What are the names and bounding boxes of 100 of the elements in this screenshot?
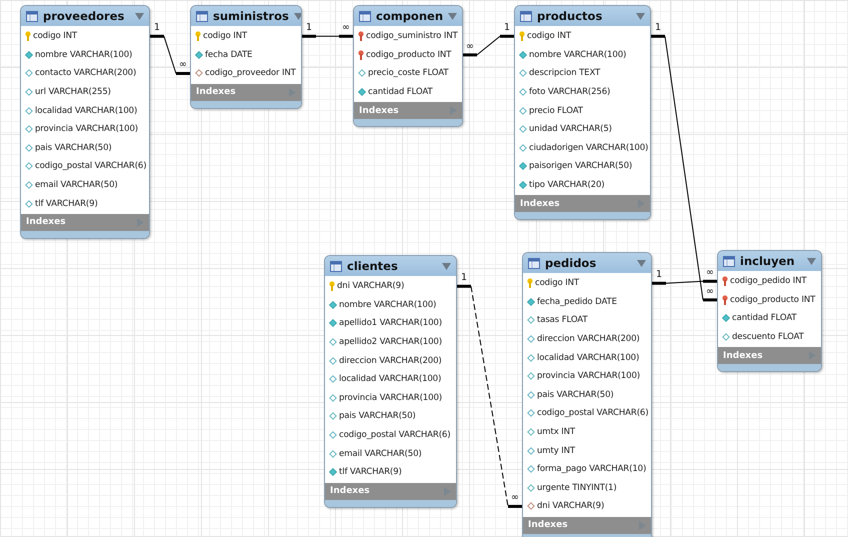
column-name: nombre VARCHAR(100)	[339, 300, 436, 310]
column-name: descuento FLOAT	[732, 332, 804, 342]
indexes-bar[interactable]: Indexes	[515, 195, 650, 212]
column-name: descripcion TEXT	[529, 68, 600, 78]
table-icon	[359, 10, 371, 22]
diamond-outline-icon	[527, 354, 535, 362]
diamond-outline-icon	[527, 390, 535, 399]
column-name: unidad VARCHAR(5)	[529, 124, 612, 134]
key-icon	[358, 31, 364, 42]
indexes-bar[interactable]: Indexes	[523, 516, 651, 534]
column-name: dni VARCHAR(9)	[337, 281, 404, 292]
indexes-bar[interactable]: Indexes	[21, 214, 149, 231]
table-name: clientes	[347, 259, 399, 273]
indexes-bar[interactable]: Indexes	[354, 102, 462, 120]
indexes-bar[interactable]: Indexes	[325, 482, 456, 500]
diamond-outline-icon	[527, 409, 535, 418]
table-icon	[26, 10, 38, 22]
column-name: email VARCHAR(50)	[35, 180, 118, 190]
caret-icon[interactable]	[294, 12, 301, 20]
indexes-label: Indexes	[330, 486, 370, 496]
diamond-outline-icon	[519, 88, 527, 96]
key-icon	[519, 31, 525, 42]
diamond-outline-icon	[519, 69, 527, 78]
column-name: ciudadorigen VARCHAR(100)	[529, 142, 648, 153]
diamond-outline-icon	[329, 375, 337, 384]
diamond-outline-icon	[527, 316, 535, 324]
table-icon	[196, 10, 208, 22]
column-name: tasas FLOAT	[537, 315, 588, 326]
diamond-outline-icon	[329, 394, 337, 402]
diamond-outline-icon	[25, 162, 33, 170]
caret-icon[interactable]	[807, 258, 816, 264]
diamond-outline-icon	[329, 412, 337, 420]
table-icon	[528, 258, 540, 268]
column-name: tlf VARCHAR(9)	[339, 467, 402, 478]
caret-icon[interactable]	[135, 12, 144, 20]
diamond-icon	[25, 50, 33, 59]
cardinality-label: ∞	[179, 59, 187, 70]
diamond-icon	[195, 50, 203, 59]
diamond-outline-icon	[519, 144, 527, 152]
diamond-icon	[722, 314, 730, 322]
column-name: provincia VARCHAR(100)	[339, 392, 442, 403]
column-name: foto VARCHAR(256)	[529, 87, 610, 98]
diamond-icon	[329, 319, 337, 328]
column-name: apellido2 VARCHAR(100)	[339, 337, 442, 348]
column-name: forma_pago VARCHAR(10)	[537, 464, 646, 474]
column-name: fecha DATE	[205, 50, 252, 60]
caret-icon[interactable]	[637, 260, 646, 266]
column-name: codigo_pedido INT	[730, 276, 807, 286]
table-icon	[723, 256, 735, 266]
diamond-icon	[358, 88, 366, 96]
indexes-label: Indexes	[528, 520, 568, 530]
cardinality-label: 1	[504, 22, 510, 34]
column-name: codigo_producto INT	[366, 50, 452, 60]
column-name: codigo_producto INT	[730, 294, 816, 305]
column-name: pais VARCHAR(50)	[537, 390, 614, 400]
column-name: email VARCHAR(50)	[339, 448, 422, 459]
diamond-icon	[329, 300, 337, 309]
caret-icon[interactable]	[448, 12, 458, 20]
diamond-outline-icon	[329, 338, 337, 346]
diamond-outline-icon	[25, 88, 33, 96]
column-name: nombre VARCHAR(100)	[35, 50, 132, 60]
column-name: paisorigen VARCHAR(50)	[529, 161, 632, 172]
indexes-bar[interactable]: Indexes	[718, 347, 821, 364]
column-name: pais VARCHAR(50)	[339, 411, 416, 422]
diamond-outline-icon	[25, 106, 33, 115]
diamond-outline-icon	[25, 125, 33, 134]
key-icon	[195, 31, 201, 42]
diamond-outline-icon	[195, 69, 203, 78]
table-name: suministros	[213, 9, 289, 23]
diamond-outline-icon	[527, 372, 535, 380]
column-name: nombre VARCHAR(100)	[529, 50, 626, 60]
column-name: direccion VARCHAR(200)	[537, 334, 640, 344]
column-name: cantidad FLOAT	[732, 313, 797, 324]
cardinality-label: ∞	[466, 40, 474, 52]
cardinality-label: ∞	[706, 286, 714, 297]
diamond-outline-icon	[358, 69, 366, 78]
column-name: tipo VARCHAR(20)	[529, 180, 605, 190]
column-name: direccion VARCHAR(200)	[339, 356, 442, 366]
column-name: umty INT	[537, 446, 576, 456]
indexes-bar[interactable]: Indexes	[191, 84, 301, 101]
diamond-outline-icon	[527, 484, 535, 492]
column-name: codigo_proveedor INT	[205, 68, 296, 78]
column-name: codigo INT	[203, 31, 247, 42]
diamond-outline-icon	[527, 465, 535, 474]
table-name: productos	[537, 9, 604, 23]
column-name: localidad VARCHAR(100)	[339, 374, 442, 384]
diamond-icon	[329, 468, 337, 476]
indexes-label: Indexes	[359, 106, 399, 116]
diamond-outline-icon	[329, 450, 337, 458]
diamond-outline-icon	[527, 502, 535, 510]
caret-icon[interactable]	[636, 12, 645, 20]
caret-icon[interactable]	[442, 262, 451, 270]
column-name: cantidad FLOAT	[368, 87, 433, 98]
column-name: fecha_pedido DATE	[537, 296, 617, 307]
column-name: codigo INT	[33, 31, 77, 42]
diamond-outline-icon	[329, 356, 337, 365]
table-name: proveedores	[43, 9, 126, 23]
column-name: codigo_suministro INT	[366, 31, 458, 42]
column-name: localidad VARCHAR(100)	[537, 352, 640, 363]
cardinality-label: 1	[461, 272, 468, 284]
